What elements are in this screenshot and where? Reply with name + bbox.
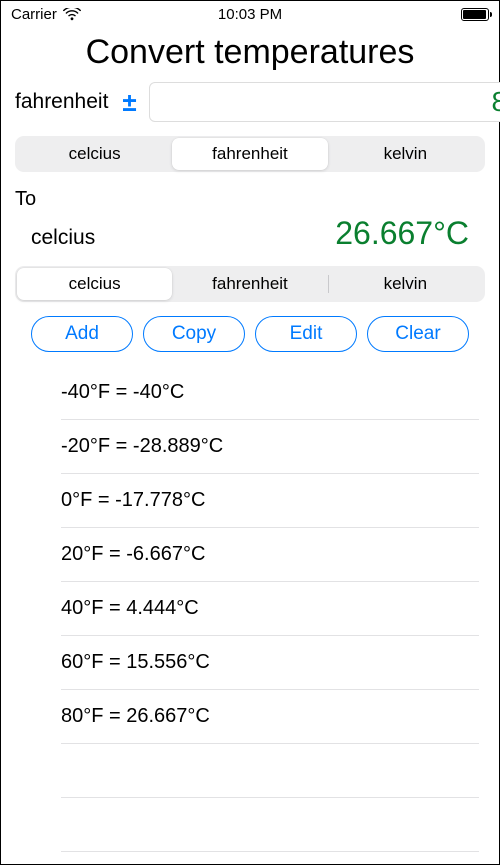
result-row: celcius 26.667°C: [1, 215, 499, 252]
seg-to-kelvin[interactable]: kelvin: [328, 268, 483, 300]
from-row: fahrenheit ± °F: [1, 82, 499, 122]
copy-button[interactable]: Copy: [143, 316, 245, 352]
value-input[interactable]: [160, 85, 500, 119]
list-item[interactable]: 0°F = -17.778°C: [61, 474, 479, 528]
to-unit-label: celcius: [31, 226, 95, 250]
list-item[interactable]: 20°F = -6.667°C: [61, 528, 479, 582]
list-item[interactable]: 80°F = 26.667°C: [61, 690, 479, 744]
list-item[interactable]: 60°F = 15.556°C: [61, 636, 479, 690]
add-button[interactable]: Add: [31, 316, 133, 352]
page-title: Convert temperatures: [1, 33, 499, 72]
clear-button[interactable]: Clear: [367, 316, 469, 352]
wifi-icon: [63, 8, 81, 21]
result-value: 26.667°C: [335, 215, 469, 252]
seg-to-celcius[interactable]: celcius: [17, 268, 172, 300]
seg-to-fahrenheit[interactable]: fahrenheit: [172, 268, 327, 300]
list-item: [61, 798, 479, 852]
status-time: 10:03 PM: [218, 6, 282, 23]
list-item: [61, 744, 479, 798]
actions-row: Add Copy Edit Clear: [1, 302, 499, 362]
seg-from-celcius[interactable]: celcius: [17, 138, 172, 170]
seg-from-kelvin[interactable]: kelvin: [328, 138, 483, 170]
to-label: To: [1, 172, 499, 215]
list-item[interactable]: -20°F = -28.889°C: [61, 420, 479, 474]
edit-button[interactable]: Edit: [255, 316, 357, 352]
from-unit-label: fahrenheit: [15, 90, 110, 114]
status-bar: Carrier 10:03 PM: [1, 1, 499, 27]
to-unit-segmented[interactable]: celcius fahrenheit kelvin: [15, 266, 485, 302]
list-item[interactable]: -40°F = -40°C: [61, 366, 479, 420]
list-item[interactable]: 40°F = 4.444°C: [61, 582, 479, 636]
seg-from-fahrenheit[interactable]: fahrenheit: [172, 138, 327, 170]
value-input-wrap[interactable]: [149, 82, 500, 122]
history-list: -40°F = -40°C -20°F = -28.889°C 0°F = -1…: [1, 362, 499, 852]
carrier-label: Carrier: [11, 6, 57, 23]
sign-toggle-button[interactable]: ±: [118, 89, 140, 115]
from-unit-segmented[interactable]: celcius fahrenheit kelvin: [15, 136, 485, 172]
battery-icon: [461, 8, 489, 21]
